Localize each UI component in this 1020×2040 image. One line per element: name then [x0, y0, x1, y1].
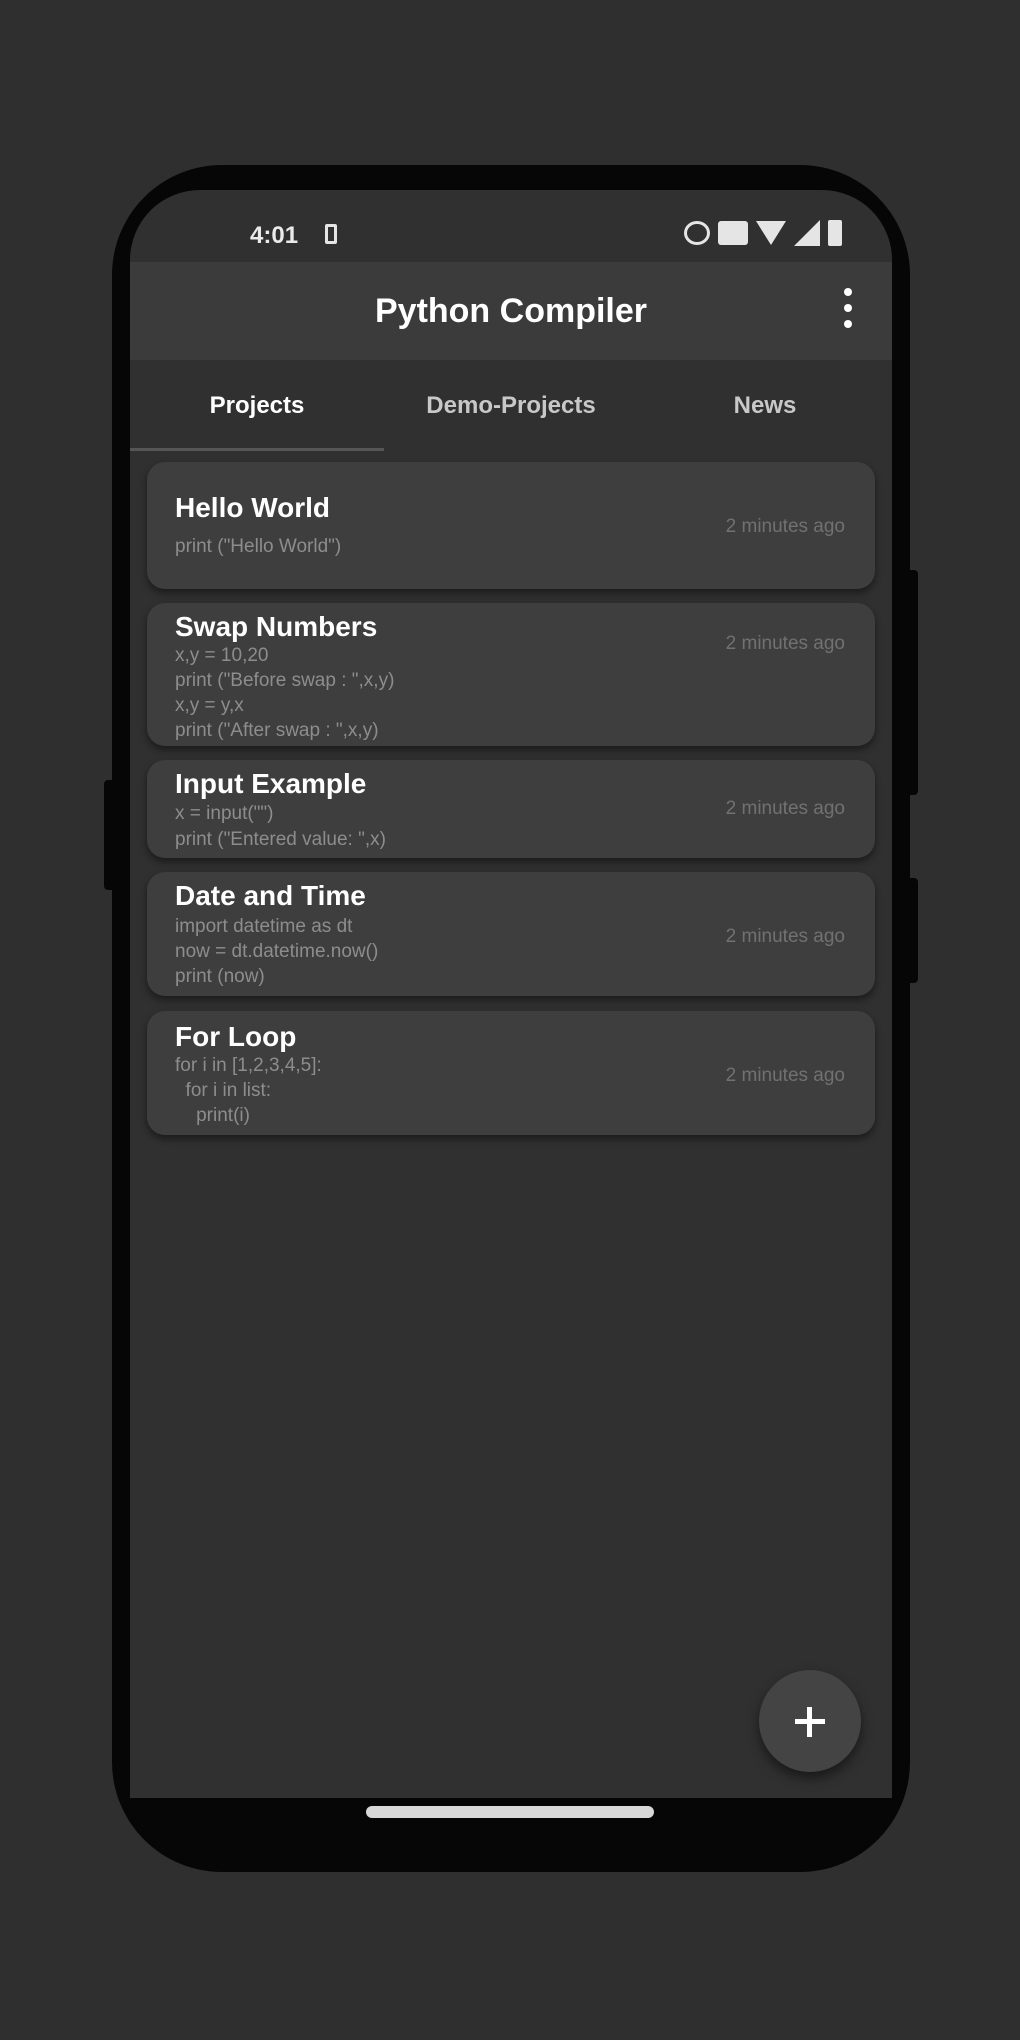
tab-projects[interactable]: Projects: [130, 360, 384, 452]
project-time: 2 minutes ago: [725, 926, 845, 947]
side-button: [104, 780, 116, 890]
code-line: print ("After swap : ",x,y): [175, 720, 379, 741]
project-title: Hello World: [175, 492, 331, 523]
tab-indicator: [130, 448, 384, 451]
tab-demo-projects[interactable]: Demo-Projects: [384, 360, 638, 452]
project-card-swap-numbers[interactable]: Swap Numbers x,y = 10,20 print ("Before …: [147, 603, 875, 746]
add-project-button[interactable]: [759, 1670, 861, 1772]
code-line: print (now): [175, 966, 265, 987]
code-line: import datetime as dt: [175, 916, 353, 937]
wifi-icon: [756, 221, 786, 245]
project-title: For Loop: [175, 1021, 297, 1052]
power-button: [906, 570, 918, 795]
project-time: 2 minutes ago: [725, 1065, 845, 1086]
home-indicator[interactable]: [366, 1806, 654, 1818]
project-time: 2 minutes ago: [725, 633, 845, 654]
status-bar: 4:01: [130, 190, 892, 262]
project-card-date-and-time[interactable]: Date and Time import datetime as dt now …: [147, 872, 875, 996]
battery-icon: [828, 220, 842, 246]
code-line: print ("Hello World"): [175, 536, 342, 557]
project-time: 2 minutes ago: [725, 516, 845, 537]
app-title: Python Compiler: [374, 292, 648, 330]
add-icon-stroke: [807, 1707, 812, 1737]
code-line: print(i): [175, 1105, 250, 1126]
project-card-hello-world[interactable]: Hello World print ("Hello World") 2 minu…: [147, 462, 875, 589]
code-line: x,y = 10,20: [175, 645, 269, 666]
volume-button: [906, 878, 918, 983]
project-time: 2 minutes ago: [725, 798, 845, 819]
code-line: now = dt.datetime.now(): [175, 941, 379, 962]
project-title: Input Example: [175, 768, 367, 799]
notification-icon: [325, 224, 337, 244]
signal-icon: [794, 220, 820, 246]
data-icon: [718, 221, 748, 245]
tab-bar: Projects Demo-Projects News: [130, 360, 892, 452]
code-line: x = input(""): [175, 803, 274, 824]
code-line: print ("Entered value: ",x): [175, 829, 386, 850]
status-time: 4:01: [250, 222, 299, 249]
code-line: for i in list:: [175, 1080, 272, 1101]
project-card-input-example[interactable]: Input Example x = input("") print ("Ente…: [147, 760, 875, 858]
code-line: for i in [1,2,3,4,5]:: [175, 1055, 322, 1076]
project-card-for-loop[interactable]: For Loop for i in [1,2,3,4,5]: for i in …: [147, 1011, 875, 1135]
tab-news[interactable]: News: [638, 360, 892, 452]
app-bar: Python Compiler: [130, 262, 892, 360]
more-vert-icon[interactable]: [836, 288, 860, 328]
project-title: Date and Time: [175, 880, 366, 911]
status-icons: [684, 220, 842, 246]
code-line: print ("Before swap : ",x,y): [175, 670, 395, 691]
app-screen: 4:01 Python Compiler Projects Demo-Proje…: [130, 190, 892, 1798]
cast-icon: [684, 221, 710, 245]
project-title: Swap Numbers: [175, 611, 378, 642]
code-line: x,y = y,x: [175, 695, 244, 716]
